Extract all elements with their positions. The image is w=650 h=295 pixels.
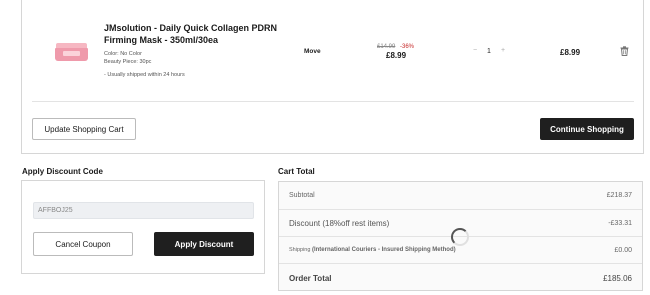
product-option-beauty-piece: Beauty Piece: 30pc [104,59,152,65]
product-option-color: Color: No Color [104,51,142,57]
product-thumbnail[interactable] [55,43,88,61]
shipping-value: £0.00 [614,247,632,254]
qty-value[interactable]: 1 [487,48,491,55]
shipping-note: - Usually shipped within 24 hours [104,72,185,78]
shipping-label: Shipping [289,247,311,253]
cart-total-heading: Cart Total [278,167,315,176]
coupon-code-input[interactable] [33,202,254,219]
order-total-row: Order Total £185.06 [279,264,642,291]
order-total-label: Order Total [289,274,332,283]
subtotal-label: Subtotal [289,192,315,199]
discount-label: Discount (18%off rest items) [289,219,390,228]
subtotal-value: £218.37 [606,192,632,199]
order-total-value: £185.06 [603,274,632,283]
line-total: £8.99 [560,48,581,57]
trash-icon[interactable] [620,46,629,56]
cart-item-row: JMsolution - Daily Quick Collagen PDRN F… [32,0,634,102]
discount-value: -£33.31 [608,220,632,227]
discount-heading: Apply Discount Code [22,167,103,176]
shipping-method: (International Couriers - Insured Shippi… [311,247,456,253]
discount-percent: -36% [400,44,415,50]
apply-discount-button[interactable]: Apply Discount [154,232,254,256]
sale-price: £8.99 [386,51,407,60]
product-title[interactable]: JMsolution - Daily Quick Collagen PDRN F… [104,22,279,46]
cart-items-panel: JMsolution - Daily Quick Collagen PDRN F… [21,0,644,154]
loading-spinner-icon [451,228,469,246]
qty-increase-button[interactable]: + [501,47,505,54]
cancel-coupon-button[interactable]: Cancel Coupon [33,232,133,256]
subtotal-row: Subtotal £218.37 [279,182,642,210]
continue-shopping-button[interactable]: Continue Shopping [540,118,634,140]
move-button[interactable]: Move [304,48,321,55]
qty-decrease-button[interactable]: − [473,47,477,54]
shipping-label-group: Shipping (International Couriers - Insur… [289,247,456,253]
thumbnail-label [63,51,80,56]
original-price: £14.99 [377,44,396,50]
update-cart-button[interactable]: Update Shopping Cart [32,118,136,140]
discount-panel: Cancel Coupon Apply Discount [21,180,265,274]
